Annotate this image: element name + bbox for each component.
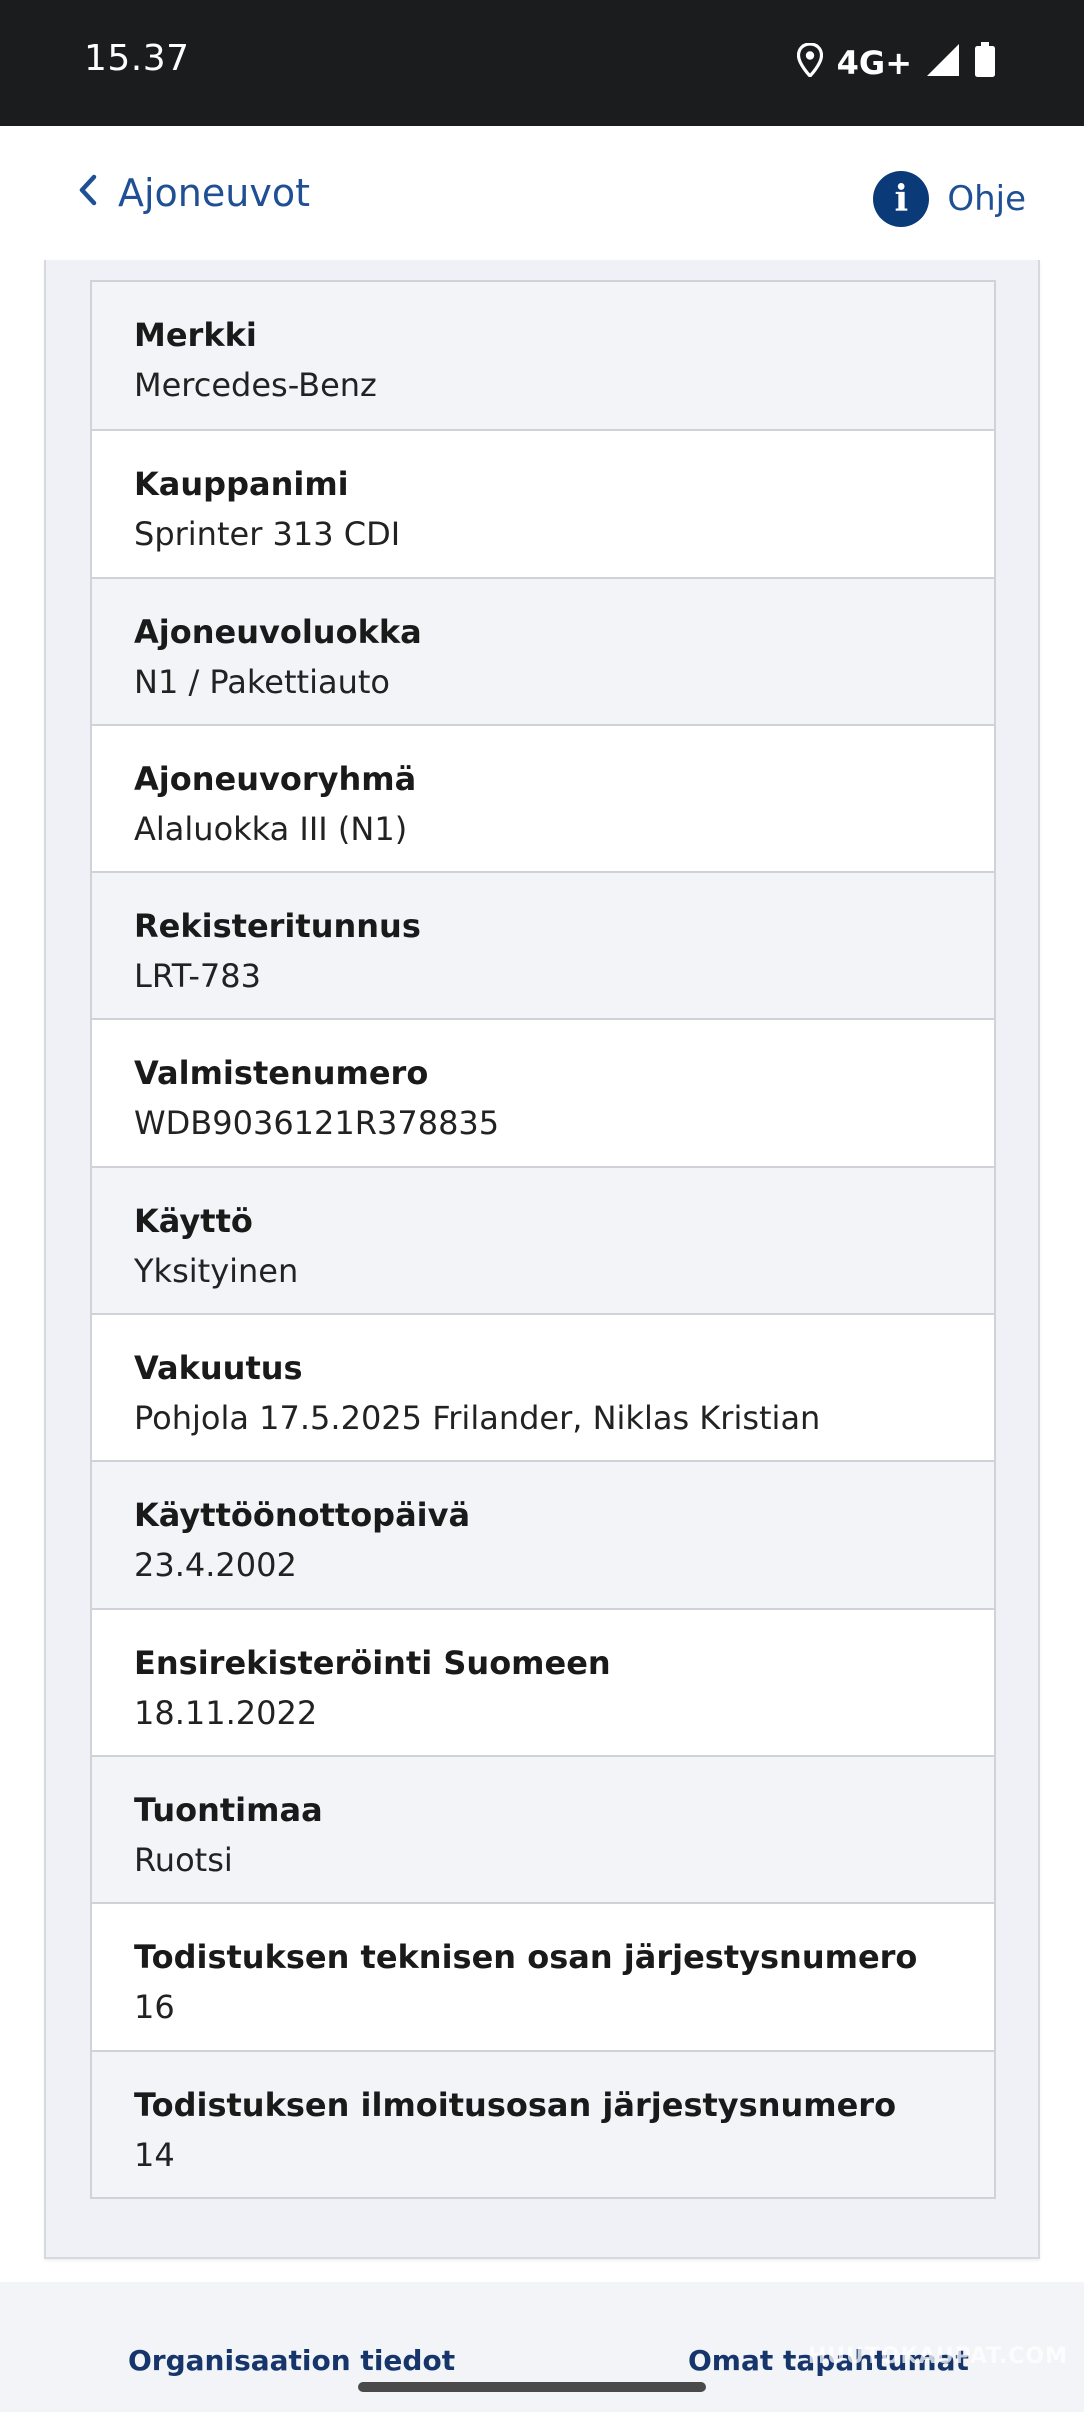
detail-value: Ruotsi bbox=[134, 1840, 233, 1879]
battery-icon bbox=[974, 42, 996, 82]
detail-value: Mercedes-Benz bbox=[134, 366, 377, 404]
back-button[interactable]: Ajoneuvot bbox=[78, 168, 310, 218]
detail-value: Sprinter 313 CDI bbox=[134, 515, 401, 554]
watermark: HUUTOKAUPAT.COM bbox=[807, 2344, 1068, 2369]
detail-row: Käyttöönottopäivä 23.4.2002 bbox=[92, 1460, 994, 1608]
back-label: Ajoneuvot bbox=[118, 171, 310, 215]
detail-row: Todistuksen ilmoitusosan järjestysnumero… bbox=[92, 2049, 994, 2197]
detail-label: Todistuksen teknisen osan järjestysnumer… bbox=[134, 1938, 918, 1977]
detail-value: 23.4.2002 bbox=[134, 1546, 297, 1585]
detail-row: Käyttö Yksityinen bbox=[92, 1165, 994, 1314]
app-header: Ajoneuvot i Ohje bbox=[0, 126, 1084, 260]
detail-label: Kauppanimi bbox=[134, 465, 349, 504]
detail-value: 16 bbox=[134, 1988, 175, 2027]
detail-label: Vakuutus bbox=[134, 1349, 303, 1388]
content-area: Merkki Mercedes-Benz Kauppanimi Sprinter 31… bbox=[0, 260, 1084, 2282]
organisation-info-link[interactable]: Organisaation tiedot bbox=[128, 2344, 455, 2377]
detail-value: Pohjola 17.5.2025 Frilander, Niklas Kris… bbox=[134, 1399, 821, 1438]
detail-row: Rekisteritunnus LRT-783 bbox=[92, 871, 994, 1019]
detail-value: 14 bbox=[134, 2135, 175, 2174]
vehicle-details-card: Merkki Mercedes-Benz Kauppanimi Sprinter 31… bbox=[44, 260, 1040, 2259]
detail-value: Alaluokka III (N1) bbox=[134, 809, 408, 848]
detail-row: Ajoneuvoluokka N1 / Pakettiauto bbox=[92, 576, 994, 724]
detail-row: Merkki Mercedes-Benz bbox=[92, 282, 994, 430]
detail-label: Todistuksen ilmoitusosan järjestysnumero bbox=[134, 2085, 897, 2124]
chevron-left-icon bbox=[78, 171, 98, 215]
detail-value: WDB9036121R378835 bbox=[134, 1104, 500, 1143]
detail-row: Todistuksen teknisen osan järjestysnumer… bbox=[92, 1902, 994, 2050]
detail-value: N1 / Pakettiauto bbox=[134, 662, 390, 701]
detail-label: Käyttöönottopäivä bbox=[134, 1496, 471, 1535]
detail-label: Ajoneuvoluokka bbox=[134, 612, 422, 651]
bottom-bar: Organisaation tiedot Omat tapahtumat HUU… bbox=[0, 2282, 1084, 2412]
detail-row: Kauppanimi Sprinter 313 CDI bbox=[92, 429, 994, 577]
help-label: Ohje bbox=[947, 179, 1026, 219]
detail-row: Tuontimaa Ruotsi bbox=[92, 1754, 994, 1903]
info-icon: i bbox=[873, 171, 930, 227]
status-icons: 4G+ bbox=[796, 40, 996, 84]
detail-row: Ajoneuvoryhmä Alaluokka III (N1) bbox=[92, 723, 994, 872]
detail-row: Ensirekisteröinti Suomeen 18.11.2022 bbox=[92, 1607, 994, 1755]
detail-row: Valmistenumero WDB9036121R378835 bbox=[92, 1018, 994, 1166]
detail-label: Merkki bbox=[134, 316, 257, 354]
detail-row: Vakuutus Pohjola 17.5.2025 Frilander, Nik… bbox=[92, 1313, 994, 1461]
signal-icon bbox=[926, 43, 960, 81]
detail-label: Valmistenumero bbox=[134, 1054, 429, 1093]
home-indicator[interactable] bbox=[358, 2382, 706, 2392]
network-type: 4G+ bbox=[836, 44, 912, 82]
location-icon bbox=[796, 42, 823, 81]
detail-label: Ensirekisteröinti Suomeen bbox=[134, 1643, 611, 1682]
detail-label: Rekisteritunnus bbox=[134, 907, 421, 946]
detail-label: Käyttö bbox=[134, 1201, 253, 1240]
detail-value: LRT-783 bbox=[134, 957, 261, 996]
detail-value: 18.11.2022 bbox=[134, 1693, 318, 1732]
detail-value: Yksityinen bbox=[134, 1251, 299, 1290]
vehicle-details-table: Merkki Mercedes-Benz Kauppanimi Sprinter 31… bbox=[90, 280, 996, 2199]
status-bar: 15.37 4G+ bbox=[0, 0, 1084, 126]
detail-label: Tuontimaa bbox=[134, 1790, 323, 1829]
status-time: 15.37 bbox=[84, 38, 190, 79]
help-button[interactable]: i Ohje bbox=[873, 170, 1026, 228]
detail-label: Ajoneuvoryhmä bbox=[134, 759, 417, 798]
